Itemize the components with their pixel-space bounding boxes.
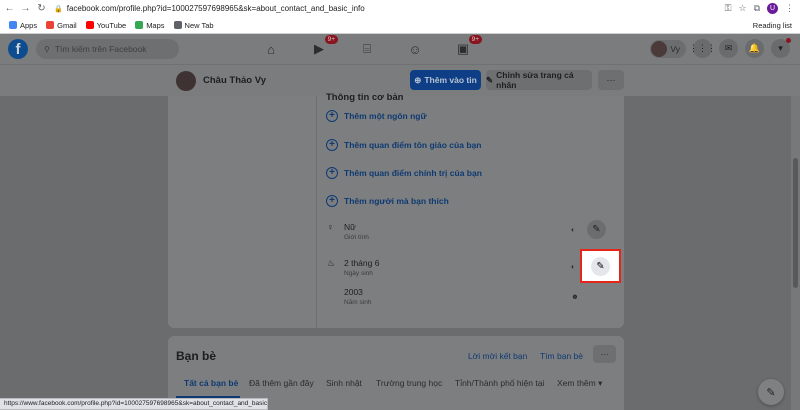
star-icon[interactable]: ☆	[738, 3, 746, 14]
friends-title: Bạn bè	[176, 349, 217, 363]
search-input[interactable]: ⚲ Tìm kiếm trên Facebook	[36, 39, 179, 59]
marketplace-icon[interactable]: ⌸	[358, 40, 376, 58]
groups-icon[interactable]: ☺	[406, 40, 424, 58]
section-title: Thông tin cơ bản	[326, 92, 404, 102]
add-religion-link[interactable]: + Thêm quan điểm tôn giáo của bạn	[326, 139, 481, 151]
reading-list[interactable]: Reading list	[753, 21, 792, 30]
plus-icon: +	[326, 195, 338, 207]
gmail-icon	[46, 21, 55, 29]
messenger-icon[interactable]: ✉	[719, 39, 738, 58]
plus-icon: +	[326, 167, 338, 179]
pencil-icon: ✎	[592, 224, 601, 235]
forward-icon[interactable]: →	[19, 2, 32, 15]
bookmark-gmail[interactable]: Gmail	[46, 21, 77, 30]
scrollbar-thumb[interactable]	[793, 158, 798, 288]
globe-icon[interactable]: ◐	[571, 225, 576, 234]
add-story-button[interactable]: ⊕ Thêm vào tin	[410, 70, 481, 90]
browser-profile-avatar[interactable]: U	[767, 3, 778, 14]
gaming-icon[interactable]: ▣ 9+	[454, 35, 482, 58]
birthday-label: Ngày sinh	[344, 270, 373, 277]
gender-value: Nữ	[344, 222, 356, 232]
apps-icon	[9, 21, 17, 29]
tab-birthdays[interactable]: Sinh nhật	[326, 378, 362, 388]
search-icon: ⚲	[44, 44, 50, 54]
more-options-button[interactable]: ···	[598, 70, 624, 90]
back-icon[interactable]: ←	[3, 2, 16, 15]
about-card	[168, 96, 624, 328]
friends-audience-icon[interactable]: ☻	[571, 292, 579, 301]
menu-grid-icon[interactable]: ⋮⋮⋮	[689, 39, 716, 58]
profile-shortcut[interactable]: Vy	[650, 39, 686, 58]
address-row: ← → ↻ 🔒 facebook.com/profile.php?id=1000…	[0, 0, 800, 17]
friends-more-button[interactable]: ···	[593, 345, 616, 363]
add-language-link[interactable]: + Thêm một ngôn ngữ	[326, 110, 427, 122]
gaming-badge: 9+	[468, 35, 482, 44]
newtab-icon	[173, 21, 182, 29]
bookmark-youtube[interactable]: YouTube	[85, 21, 126, 30]
gender-label: Giới tính	[344, 234, 369, 241]
tab-current-city[interactable]: Tỉnh/Thành phố hiện tại	[455, 378, 544, 388]
birthday-cake-icon: ♨	[327, 258, 336, 268]
tab-high-school[interactable]: Trường trung học	[376, 378, 442, 388]
menu-kebab-icon[interactable]: ⋮	[785, 3, 794, 14]
plus-icon: +	[326, 110, 338, 122]
youtube-icon	[85, 21, 94, 29]
tab-all-friends[interactable]: Tất cả bạn bè	[184, 378, 238, 388]
facebook-header: f ⚲ Tìm kiếm trên Facebook ⌂ ▶ 9+ ⌸ ☺ ▣ 9+…	[0, 34, 800, 64]
reload-icon[interactable]: ↻	[35, 2, 48, 15]
add-politics-link[interactable]: + Thêm quan điểm chính trị của bạn	[326, 167, 482, 179]
watch-badge: 9+	[324, 35, 338, 44]
account-dropdown-icon[interactable]: ▾	[771, 38, 791, 58]
page-scrollbar[interactable]	[791, 96, 800, 410]
profile-shortcut-name: Vy	[670, 43, 680, 54]
find-friends-link[interactable]: Tìm bạn bè	[540, 351, 583, 361]
avatar	[651, 40, 668, 57]
watch-icon[interactable]: ▶ 9+	[310, 35, 338, 58]
bookmarks-bar: Apps Gmail YouTube Maps New Tab Reading …	[0, 17, 800, 34]
plus-circle-icon: ⊕	[414, 74, 422, 85]
highlight-box: ✎	[580, 249, 621, 283]
header-actions: Vy ⋮⋮⋮ ✉ 🔔 ▾	[650, 38, 791, 58]
facebook-logo-icon[interactable]: f	[8, 39, 28, 59]
browser-actions: ⚿ ☆ ⧉ U ⋮	[725, 3, 794, 14]
pencil-icon: ✎	[486, 74, 494, 85]
add-interested-in-link[interactable]: + Thêm người mà bạn thích	[326, 195, 449, 207]
profile-name[interactable]: Châu Thảo Vy	[203, 75, 266, 86]
key-icon[interactable]: ⚿	[725, 3, 732, 14]
bookmark-maps[interactable]: Maps	[135, 21, 165, 30]
friend-requests-link[interactable]: Lời mời kết bạn	[468, 351, 527, 361]
edit-profile-button[interactable]: ✎ Chỉnh sửa trang cá nhân	[486, 70, 592, 90]
home-icon[interactable]: ⌂	[262, 40, 280, 58]
globe-icon[interactable]: ◐	[571, 262, 576, 271]
card-divider	[316, 96, 317, 328]
url-text: facebook.com/profile.php?id=100027597698…	[66, 4, 365, 13]
extensions-icon[interactable]: ⧉	[754, 3, 760, 14]
main-nav: ⌂ ▶ 9+ ⌸ ☺ ▣ 9+	[262, 34, 482, 64]
gender-icon: ♀	[327, 222, 334, 232]
notifications-icon[interactable]: 🔔	[745, 39, 764, 58]
tab-recently-added[interactable]: Đã thêm gần đây	[249, 378, 314, 388]
search-placeholder: Tìm kiếm trên Facebook	[54, 44, 147, 54]
edit-birthday-button[interactable]: ✎	[591, 256, 610, 276]
tab-see-more[interactable]: Xem thêm ▾	[557, 378, 602, 389]
notification-dot	[786, 38, 791, 43]
edit-gender-button[interactable]: ✎	[587, 220, 606, 239]
lock-icon: 🔒	[54, 5, 63, 13]
profile-avatar[interactable]	[176, 71, 196, 91]
birthday-value: 2 tháng 6	[344, 258, 380, 268]
address-bar[interactable]: 🔒 facebook.com/profile.php?id=1000275976…	[54, 2, 719, 15]
bookmark-apps[interactable]: Apps	[9, 21, 37, 30]
status-link-preview: https://www.facebook.com/profile.php?id=…	[0, 398, 268, 410]
birth-year-label: Năm sinh	[344, 299, 372, 306]
pencil-icon: ✎	[596, 260, 605, 272]
maps-icon	[135, 21, 144, 29]
birth-year-value: 2003	[344, 287, 363, 297]
new-message-button[interactable]: ✎	[758, 379, 784, 405]
compose-icon: ✎	[766, 386, 776, 399]
plus-icon: +	[326, 139, 338, 151]
bookmark-newtab[interactable]: New Tab	[173, 21, 214, 30]
browser-chrome: ← → ↻ 🔒 facebook.com/profile.php?id=1000…	[0, 0, 800, 34]
